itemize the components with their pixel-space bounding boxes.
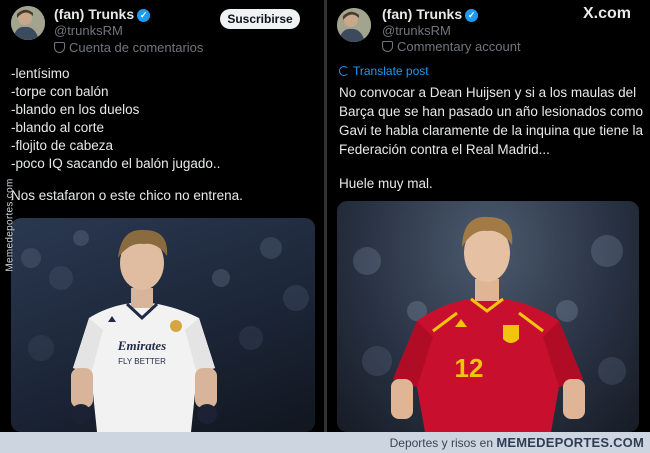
account-label: Commentary account: [382, 39, 521, 54]
commentary-badge-icon: [382, 41, 393, 52]
player-photo-spain[interactable]: 12: [337, 201, 639, 432]
jersey-sponsor-sub: FLY BETTER: [118, 357, 166, 366]
tweet-line: -poco IQ sacando el balón jugado..: [11, 156, 221, 171]
jersey-sponsor-text: Emirates: [117, 338, 166, 353]
translate-post-link[interactable]: Translate post: [339, 64, 429, 78]
verified-badge-icon: ✓: [137, 9, 151, 22]
tweet-line: -blando al corte: [11, 120, 105, 135]
jersey-number: 12: [455, 353, 484, 383]
footer-watermark-text: Deportes y risos en MEMEDEPORTES.COM: [389, 435, 644, 450]
tweet-line: -torpe con balón: [11, 84, 109, 99]
author-name[interactable]: (fan) Trunks ✓: [382, 6, 479, 22]
tweet-line: -flojito de cabeza: [11, 138, 114, 153]
avatar[interactable]: [337, 8, 371, 42]
tweet-line: -blando en los duelos: [11, 102, 140, 117]
subscribe-button[interactable]: Suscribirse: [220, 9, 300, 29]
commentary-badge-icon: [54, 42, 65, 53]
tweet-line: No convocar a Dean Huijsen y si a los ma…: [339, 85, 637, 100]
author-handle[interactable]: @trunksRM: [54, 23, 123, 38]
tweet-line: Gavi te habla claramente de la inquina q…: [339, 123, 643, 138]
author-name[interactable]: (fan) Trunks ✓: [54, 6, 151, 22]
side-watermark: Memedeportes.com: [4, 178, 16, 272]
avatar[interactable]: [11, 6, 45, 40]
player-photo-madrid[interactable]: Emirates FLY BETTER: [11, 218, 315, 432]
translate-icon: [339, 66, 349, 76]
tweet-line: Barça que se han pasado un año lesionado…: [339, 104, 643, 119]
tweet-line: Federación contra el Real Madrid...: [339, 142, 550, 157]
tweet-line: Nos estafaron o este chico no entrena.: [11, 188, 243, 203]
account-label: Cuenta de comentarios: [54, 40, 203, 55]
tweet-line: Huele muy mal.: [339, 176, 433, 191]
x-logo-icon: X.com: [583, 5, 632, 22]
verified-badge-icon: ✓: [465, 9, 479, 22]
left-post-panel: (fan) Trunks ✓ @trunksRM Cuenta de coment…: [0, 0, 324, 432]
author-handle[interactable]: @trunksRM: [382, 23, 451, 38]
footer-watermark-bar: Deportes y risos en MEMEDEPORTES.COM: [0, 432, 650, 453]
tweet-line: -lentísimo: [11, 66, 70, 81]
